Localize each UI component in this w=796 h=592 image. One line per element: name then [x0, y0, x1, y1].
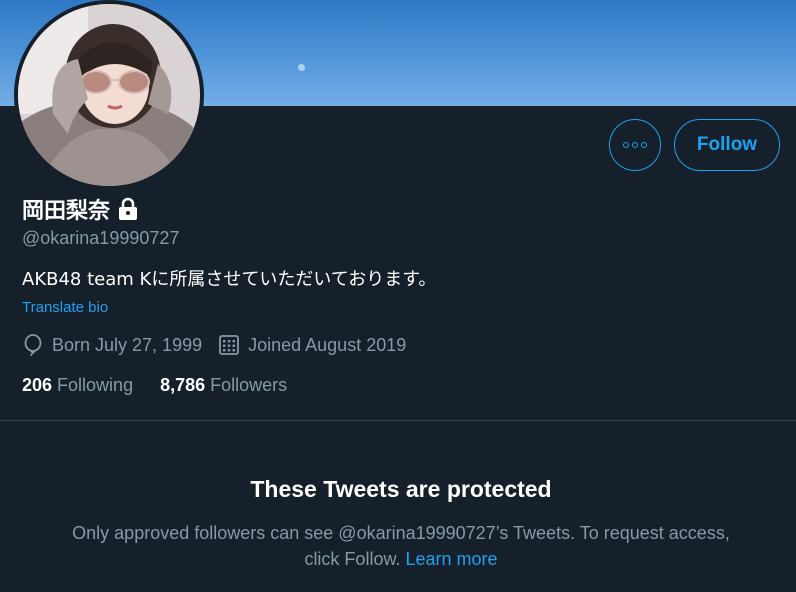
following-label: Following [57, 375, 134, 395]
following-link[interactable]: 206 Following [22, 375, 133, 396]
profile-bio: AKB48 team Kに所属させていただいております。 [22, 269, 437, 290]
following-count: 206 [22, 375, 53, 395]
profile-stats: 206 Following 8,786 Followers [22, 375, 314, 396]
section-divider [0, 420, 796, 421]
joined-item: Joined August 2019 [218, 334, 406, 356]
protected-title: These Tweets are protected [250, 476, 552, 502]
more-dots-icon [623, 142, 647, 148]
calendar-icon [219, 335, 240, 355]
profile-handle: @okarina19990727 [22, 228, 180, 248]
protected-message-line2: click Follow. Learn more [0, 546, 796, 572]
name-row: 岡田梨奈 [22, 193, 140, 225]
balloon-icon [24, 334, 42, 356]
followers-label: Followers [210, 375, 288, 395]
translate-bio-link[interactable]: Translate bio [22, 299, 108, 316]
display-name: 岡田梨奈 [22, 199, 111, 224]
followers-link[interactable]: 8,786 Followers [160, 375, 287, 396]
more-options-button[interactable] [609, 119, 661, 171]
joined-date: Joined August 2019 [248, 334, 407, 355]
profile-meta: Born July 27, 1999 Joined August 2019 [22, 334, 422, 356]
lock-icon [119, 197, 138, 220]
banner-moon [298, 64, 305, 71]
protected-message-line2-text: click Follow. [304, 549, 401, 569]
born-item: Born July 27, 1999 [22, 334, 202, 356]
learn-more-link[interactable]: Learn more [405, 549, 497, 569]
avatar-photo-art [18, 4, 200, 186]
protected-message: Only approved followers can see @okarina… [0, 520, 796, 572]
follow-button[interactable]: Follow [674, 119, 780, 171]
born-date: Born July 27, 1999 [52, 334, 203, 355]
followers-count: 8,786 [160, 375, 206, 395]
avatar-photo [18, 4, 200, 186]
avatar[interactable] [14, 0, 204, 190]
protected-message-line1: Only approved followers can see @okarina… [72, 523, 730, 543]
profile-page: Follow 岡田梨奈 @okarina19990727 AKB48 team … [0, 0, 796, 592]
